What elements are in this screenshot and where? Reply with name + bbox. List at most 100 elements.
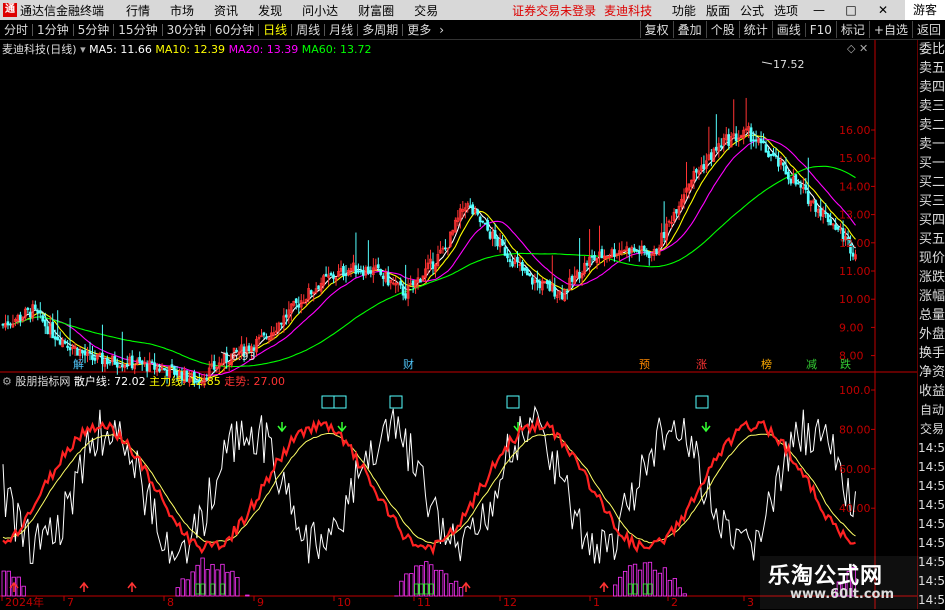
menu-formula[interactable]: 公式	[735, 2, 769, 19]
indicator-bar	[7, 571, 10, 596]
menu-item-wealth[interactable]: 财富圈	[348, 2, 404, 19]
stock-button[interactable]: 个股	[706, 21, 739, 38]
sidebar-item[interactable]: 卖三	[918, 97, 945, 116]
menu-item-ask[interactable]: 问小达	[292, 2, 348, 19]
period-5min[interactable]: 5分钟	[74, 21, 114, 38]
mark-button[interactable]: 标记	[836, 21, 869, 38]
candle-body	[325, 274, 327, 276]
menu-layout[interactable]: 版面	[701, 2, 735, 19]
candle-body	[601, 250, 603, 258]
candle-body	[735, 134, 737, 141]
sidebar-item[interactable]: 卖二	[918, 116, 945, 135]
sidebar-item[interactable]: 买一	[918, 154, 945, 173]
period-intraday[interactable]: 分时	[0, 21, 32, 38]
candle-body	[487, 220, 489, 230]
menu-function[interactable]: 功能	[667, 2, 701, 19]
indicator-tick-label: 40.00	[839, 502, 871, 515]
sidebar-item[interactable]: 14:56	[918, 534, 945, 553]
sidebar-item[interactable]: 卖四	[918, 78, 945, 97]
sidebar-item[interactable]: 14:56	[918, 496, 945, 515]
menu-item-market[interactable]: 行情	[116, 2, 160, 19]
sidebar-item[interactable]: 14:56	[918, 439, 945, 458]
candle-body	[84, 351, 86, 355]
x-axis-label: 7	[67, 596, 74, 609]
period-multi[interactable]: 多周期	[358, 21, 402, 38]
back-button[interactable]: 返回	[912, 21, 945, 38]
indicator-bar	[221, 564, 224, 596]
candle-body	[554, 287, 556, 296]
close-panel-icon[interactable]: ✕	[859, 42, 868, 55]
period-30min[interactable]: 30分钟	[163, 21, 210, 38]
close-icon[interactable]: ✕	[867, 3, 899, 17]
sidebar-item[interactable]: 净资	[918, 363, 945, 382]
diamond-icon[interactable]: ◇	[847, 42, 855, 55]
candle-body	[531, 278, 533, 284]
period-1min[interactable]: 1分钟	[33, 21, 73, 38]
sidebar-item[interactable]: 买五	[918, 230, 945, 249]
sidebar-item[interactable]: 自动	[918, 401, 945, 420]
period-15min[interactable]: 15分钟	[114, 21, 161, 38]
indicator-bar	[638, 570, 641, 596]
sidebar-item[interactable]: 买二	[918, 173, 945, 192]
indicator-bar	[236, 577, 239, 596]
overlay-button[interactable]: 叠加	[673, 21, 706, 38]
candle-body	[343, 266, 345, 275]
chart-area[interactable]: 16.0015.0014.0013.0012.0011.0010.009.008…	[0, 40, 917, 609]
candle-body	[656, 249, 658, 253]
period-60min[interactable]: 60分钟	[211, 21, 258, 38]
sidebar-item[interactable]: 涨幅	[918, 287, 945, 306]
stats-button[interactable]: 统计	[739, 21, 772, 38]
login-notice[interactable]: 证券交易未登录	[508, 2, 600, 19]
indicator-bar	[400, 581, 403, 596]
sidebar-item[interactable]: 14:56	[918, 515, 945, 534]
menu-item-markets[interactable]: 市场	[160, 2, 204, 19]
event-marker: 解	[73, 357, 84, 371]
top-signal-box	[322, 396, 334, 408]
sidebar-item[interactable]: 买四	[918, 211, 945, 230]
sidebar-item[interactable]: 换手	[918, 344, 945, 363]
sidebar-item[interactable]: 14:56	[918, 458, 945, 477]
sidebar-item[interactable]: 交易	[918, 420, 945, 439]
menu-item-news[interactable]: 资讯	[204, 2, 248, 19]
candle-body	[318, 286, 320, 289]
candle-body	[370, 271, 372, 274]
candle-body	[280, 323, 282, 324]
buy-arrow-icon	[600, 583, 608, 592]
add-watchlist-button[interactable]: +自选	[869, 21, 912, 38]
menu-options[interactable]: 选项	[769, 2, 803, 19]
candle-body	[19, 315, 21, 320]
price-tick-label: 9.00	[839, 321, 864, 334]
minimize-icon[interactable]: —	[803, 3, 835, 17]
sidebar-item[interactable]: 卖五	[918, 59, 945, 78]
gear-icon[interactable]: ⚙	[2, 375, 12, 388]
period-monthly[interactable]: 月线	[325, 21, 357, 38]
high-pointer	[762, 62, 772, 64]
event-marker: 预	[639, 358, 650, 371]
sidebar-item[interactable]: 买三	[918, 192, 945, 211]
period-daily[interactable]: 日线	[259, 21, 291, 38]
guest-button[interactable]: 游客	[905, 0, 945, 20]
candle-body	[345, 274, 347, 275]
f10-button[interactable]: F10	[805, 23, 836, 37]
maximize-icon[interactable]: □	[835, 3, 867, 17]
sidebar-item[interactable]: 收益	[918, 382, 945, 401]
restore-rights-button[interactable]: 复权	[640, 21, 673, 38]
period-more[interactable]: 更多	[403, 21, 435, 38]
candle-body	[566, 291, 568, 292]
sidebar-item[interactable]: 总量	[918, 306, 945, 325]
sidebar-item[interactable]: 现价	[918, 249, 945, 268]
sidebar-item[interactable]: 涨跌	[918, 268, 945, 287]
high-price-label: 17.52	[773, 58, 805, 71]
period-weekly[interactable]: 周线	[292, 21, 324, 38]
chevron-right-icon[interactable]: ›	[435, 23, 448, 37]
candle-body	[295, 299, 297, 303]
menu-item-discover[interactable]: 发现	[248, 2, 292, 19]
candle-body	[310, 291, 312, 294]
chevron-down-icon[interactable]: ▾	[80, 43, 86, 56]
sidebar-item[interactable]: 外盘	[918, 325, 945, 344]
sidebar-item[interactable]: 卖一	[918, 135, 945, 154]
draw-line-button[interactable]: 画线	[772, 21, 805, 38]
sidebar-item[interactable]: 14:56	[918, 477, 945, 496]
sidebar-item[interactable]: 委比	[918, 40, 945, 59]
menu-item-trade[interactable]: 交易	[404, 2, 448, 19]
